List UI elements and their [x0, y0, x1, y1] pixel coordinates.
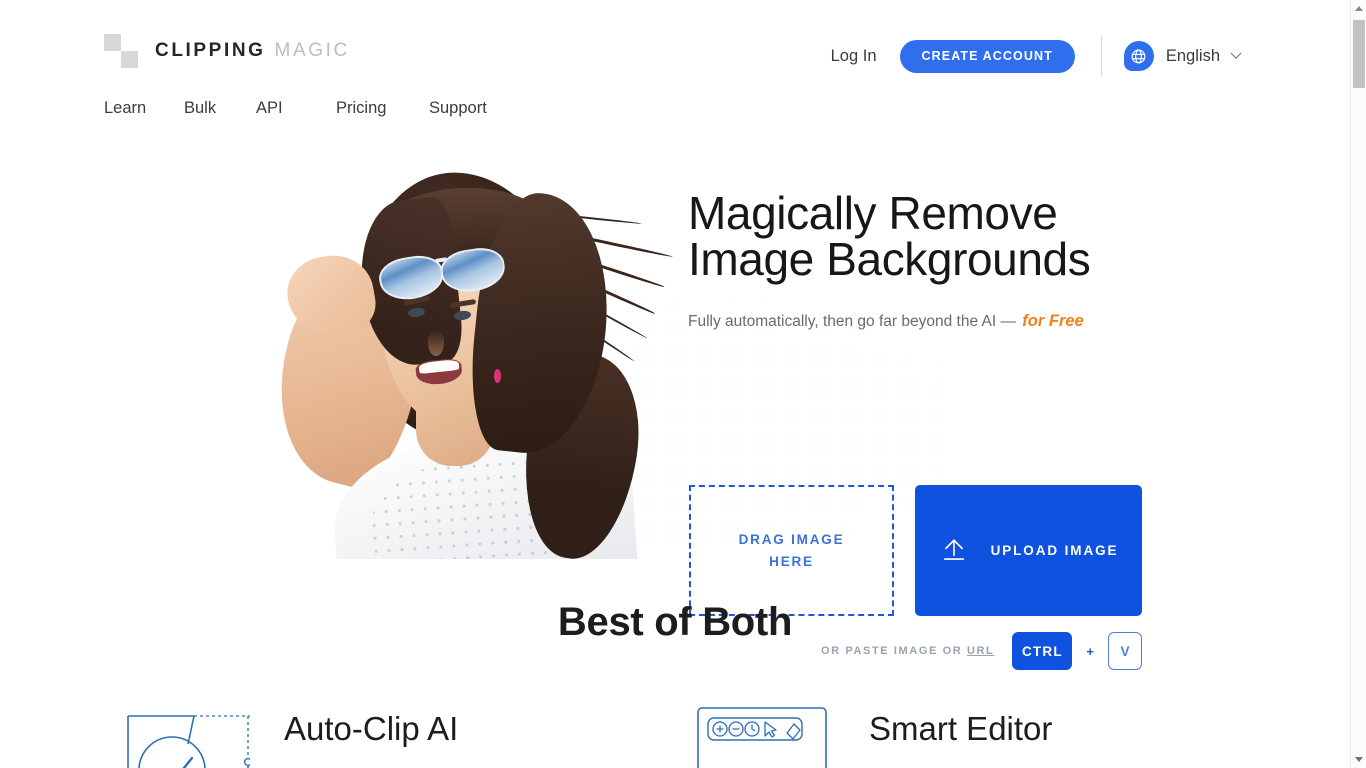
header-auth-area: Log In CREATE ACCOUNT English	[831, 35, 1242, 77]
scroll-up-arrow-icon[interactable]	[1351, 0, 1366, 17]
nav-item-api[interactable]: API	[256, 99, 336, 118]
nav-item-learn[interactable]: Learn	[104, 99, 184, 118]
feature-title-auto-clip-ai: Auto-Clip AI	[284, 710, 459, 747]
hero-subtitle-highlight: for Free	[1022, 312, 1084, 330]
nav-item-pricing[interactable]: Pricing	[336, 99, 429, 118]
section-title-best-of-both: Best of Both	[557, 600, 793, 644]
feature-title-smart-editor: Smart Editor	[869, 710, 1053, 747]
logo-word-primary: CLIPPING	[155, 40, 266, 61]
dropzone-label: DRAG IMAGE HERE	[738, 531, 845, 569]
hero-copy: Magically Remove Image Backgrounds Fully…	[688, 190, 1158, 331]
site-logo[interactable]: CLIPPING MAGIC	[104, 34, 350, 68]
page-root: CLIPPING MAGIC Log In CREATE ACCOUNT Eng…	[0, 0, 1366, 768]
scrollbar-thumb[interactable]	[1353, 20, 1365, 88]
vertical-scrollbar[interactable]	[1350, 0, 1366, 768]
hero-subtitle: Fully automatically, then go far beyond …	[688, 312, 1158, 331]
upload-button-label: UPLOAD IMAGE	[990, 543, 1119, 558]
key-plus-separator: +	[1086, 643, 1094, 659]
upload-image-button[interactable]: UPLOAD IMAGE	[915, 485, 1142, 616]
paste-hint-text: OR PASTE IMAGE OR	[821, 645, 967, 657]
paste-url-link[interactable]: URL	[967, 645, 994, 657]
header-divider	[1100, 35, 1102, 77]
page-title: Magically Remove Image Backgrounds	[688, 187, 1091, 285]
upload-arrow-icon	[939, 534, 969, 567]
drag-image-dropzone[interactable]: DRAG IMAGE HERE	[689, 485, 894, 616]
chevron-down-icon	[1230, 47, 1242, 59]
nav-item-support[interactable]: Support	[429, 99, 487, 118]
auto-clip-ai-illustration-icon	[110, 700, 253, 768]
create-account-button[interactable]: CREATE ACCOUNT	[899, 39, 1075, 73]
main-navigation: Learn Bulk API Pricing Support	[104, 99, 487, 118]
hero-subtitle-plain: Fully automatically, then go far beyond …	[688, 313, 1021, 330]
site-header: CLIPPING MAGIC Log In CREATE ACCOUNT Eng…	[0, 0, 1350, 132]
hero-section: Magically Remove Image Backgrounds Fully…	[0, 132, 1350, 670]
language-label: English	[1165, 46, 1220, 65]
paste-hint-label: OR PASTE IMAGE OR URL	[821, 645, 994, 657]
feature-auto-clip-ai: Auto-Clip AI	[110, 700, 458, 768]
logo-word-secondary: MAGIC	[274, 40, 350, 61]
hero-cta-row: DRAG IMAGE HERE UPLOAD IMAGE	[689, 485, 1142, 616]
feature-smart-editor: Smart Editor	[695, 700, 1052, 768]
globe-icon	[1123, 41, 1154, 71]
login-link[interactable]: Log In	[831, 47, 877, 66]
scroll-down-arrow-icon[interactable]	[1351, 751, 1366, 768]
language-selector[interactable]: English	[1123, 41, 1242, 71]
checkerboard-transparency-icon	[104, 34, 138, 68]
nav-item-bulk[interactable]: Bulk	[184, 99, 256, 118]
hero-model-photo	[276, 164, 676, 559]
smart-editor-illustration-icon	[695, 700, 835, 768]
